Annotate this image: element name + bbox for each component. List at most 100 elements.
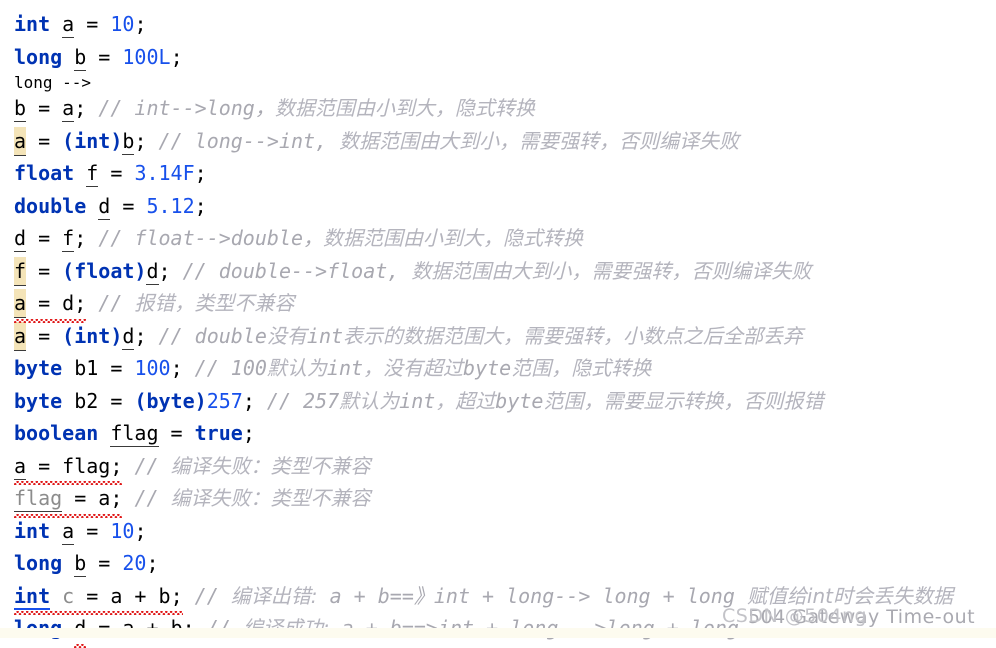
identifier-a[interactable]: a — [98, 486, 110, 510]
keyword-int-flagged: int — [14, 583, 51, 610]
code-line-10[interactable]: a = (int)d; // double没有int表示的数据范围大，需要强转，… — [14, 320, 996, 353]
error-span[interactable]: a = flag; — [14, 450, 123, 485]
identifier-a-highlighted[interactable]: a — [14, 289, 27, 318]
number-100: 100 — [134, 356, 171, 380]
code-line-17[interactable]: long b = 20; — [14, 547, 996, 580]
comment-chinese-tail: 赋值给int时会丢失数据 — [746, 583, 954, 608]
identifier-a[interactable]: a — [14, 453, 27, 480]
semicolon: ; — [146, 551, 159, 575]
identifier-flag[interactable]: flag — [110, 421, 159, 447]
comment-term-int: int — [399, 388, 436, 413]
error-span[interactable]: a = d; — [14, 287, 87, 322]
error-span[interactable]: flag = a; — [14, 482, 123, 517]
code-line-4[interactable]: a = (int)b; // long-->int, 数据范围由大到小，需要强转… — [14, 125, 996, 158]
comment-slash: // — [134, 453, 171, 478]
identifier-a-highlighted[interactable]: a — [14, 321, 27, 351]
identifier-b1[interactable]: b1 — [74, 356, 98, 380]
comment-term-int: int — [326, 356, 364, 380]
comment-slash: // — [266, 388, 304, 413]
keyword-long: long — [14, 551, 63, 575]
identifier-flag-unused[interactable]: flag — [14, 486, 63, 512]
identifier-f-highlighted[interactable]: f — [14, 256, 27, 286]
code-line-15[interactable]: flag = a; // 编译失败：类型不兼容 — [14, 482, 996, 517]
csdn-watermark: CSDN @504ng — [722, 605, 868, 627]
identifier-b[interactable]: b — [14, 96, 27, 122]
cast-byte: (byte) — [134, 388, 207, 413]
comment-chinese: 数据范围由小到大，隐式转换 — [323, 226, 584, 250]
operator-assign: = — [26, 258, 63, 283]
identifier-a[interactable]: a — [62, 96, 75, 122]
semicolon: ; — [242, 388, 255, 413]
identifier-a[interactable]: a — [62, 12, 75, 38]
literal-true: true — [194, 421, 243, 445]
comment-slash: // — [194, 356, 231, 380]
code-line-8[interactable]: f = (float)d; // double-->float, 数据范围由大到… — [14, 255, 996, 288]
semicolon: ; — [194, 161, 207, 185]
identifier-a[interactable]: a — [110, 584, 122, 608]
comment-chinese: 表示的数据范围大，需要强转，小数点之后全部丢弃 — [343, 323, 804, 348]
operator-assign: = — [62, 486, 99, 510]
identifier-b[interactable]: b — [74, 551, 87, 577]
identifier-a-highlighted[interactable]: a — [14, 126, 27, 156]
identifier-flag[interactable]: flag — [62, 454, 110, 478]
code-line-14[interactable]: a = flag; // 编译失败：类型不兼容 — [14, 450, 996, 485]
semicolon: ; — [170, 583, 183, 608]
semicolon: ; — [194, 193, 207, 218]
semicolon: ; — [170, 356, 183, 380]
error-span[interactable]: int c = a + b; — [14, 580, 183, 615]
code-line-11[interactable]: byte b1 = 100; // 100默认为int，没有超过byte范围，隐… — [14, 352, 996, 385]
keyword-double: double — [14, 193, 87, 218]
code-line-2[interactable]: long b = 100L; — [14, 41, 996, 74]
semicolon: ; — [110, 453, 123, 478]
operator-assign: = — [98, 161, 135, 185]
identifier-d[interactable]: d — [62, 291, 74, 315]
code-editor-view[interactable]: int a = 10; long b = 100L; long --> b = … — [0, 0, 996, 647]
comment-expression: a + b==》int + long--> long + long — [317, 583, 747, 608]
identifier-b[interactable]: b — [159, 584, 171, 608]
code-line-16[interactable]: int a = 10; — [14, 515, 996, 548]
operator-assign: = — [26, 291, 63, 315]
identifier-b[interactable]: b — [122, 128, 135, 155]
comment-chinese: ，超过 — [435, 388, 496, 413]
identifier-d[interactable]: d — [122, 323, 135, 350]
code-line-3[interactable]: b = a; // int-->long，数据范围由小到大，隐式转换 — [14, 92, 996, 125]
comment-slash: // — [194, 583, 231, 608]
code-line-1[interactable]: int a = 10; — [14, 8, 996, 41]
code-content[interactable]: int a = 10; long b = 100L; long --> b = … — [14, 8, 996, 647]
identifier-d[interactable]: d — [98, 193, 111, 220]
operator-assign: = — [86, 551, 123, 575]
identifier-f[interactable]: f — [86, 161, 99, 187]
identifier-d[interactable]: d — [14, 226, 27, 252]
identifier-b[interactable]: b — [74, 44, 87, 71]
identifier-c-unused[interactable]: c — [62, 584, 74, 608]
operator-assign: = — [26, 96, 63, 120]
identifier-f[interactable]: f — [62, 226, 75, 252]
cast-int: (int) — [62, 128, 123, 153]
comment-chinese: 数据范围由小到大，隐式转换 — [274, 96, 535, 120]
code-line-13[interactable]: boolean flag = true; — [14, 417, 996, 450]
semicolon: ; — [134, 12, 147, 36]
keyword-int: int — [14, 518, 51, 543]
code-line-7[interactable]: d = f; // float-->double，数据范围由小到大，隐式转换 — [14, 222, 996, 255]
code-line-6[interactable]: double d = 5.12; — [14, 190, 996, 223]
operator-assign: = — [74, 12, 111, 36]
identifier-a[interactable]: a — [62, 518, 75, 545]
semicolon: ; — [110, 486, 123, 510]
code-line-12[interactable]: byte b2 = (byte)257; // 257默认为int，超过byte… — [14, 385, 996, 418]
identifier-b2[interactable]: b2 — [74, 389, 98, 413]
code-line-9[interactable]: a = d; // 报错，类型不兼容 — [14, 287, 996, 322]
code-line-5[interactable]: float f = 3.14F; — [14, 157, 996, 190]
number-20: 20 — [122, 551, 147, 575]
identifier-d[interactable]: d — [146, 258, 159, 285]
